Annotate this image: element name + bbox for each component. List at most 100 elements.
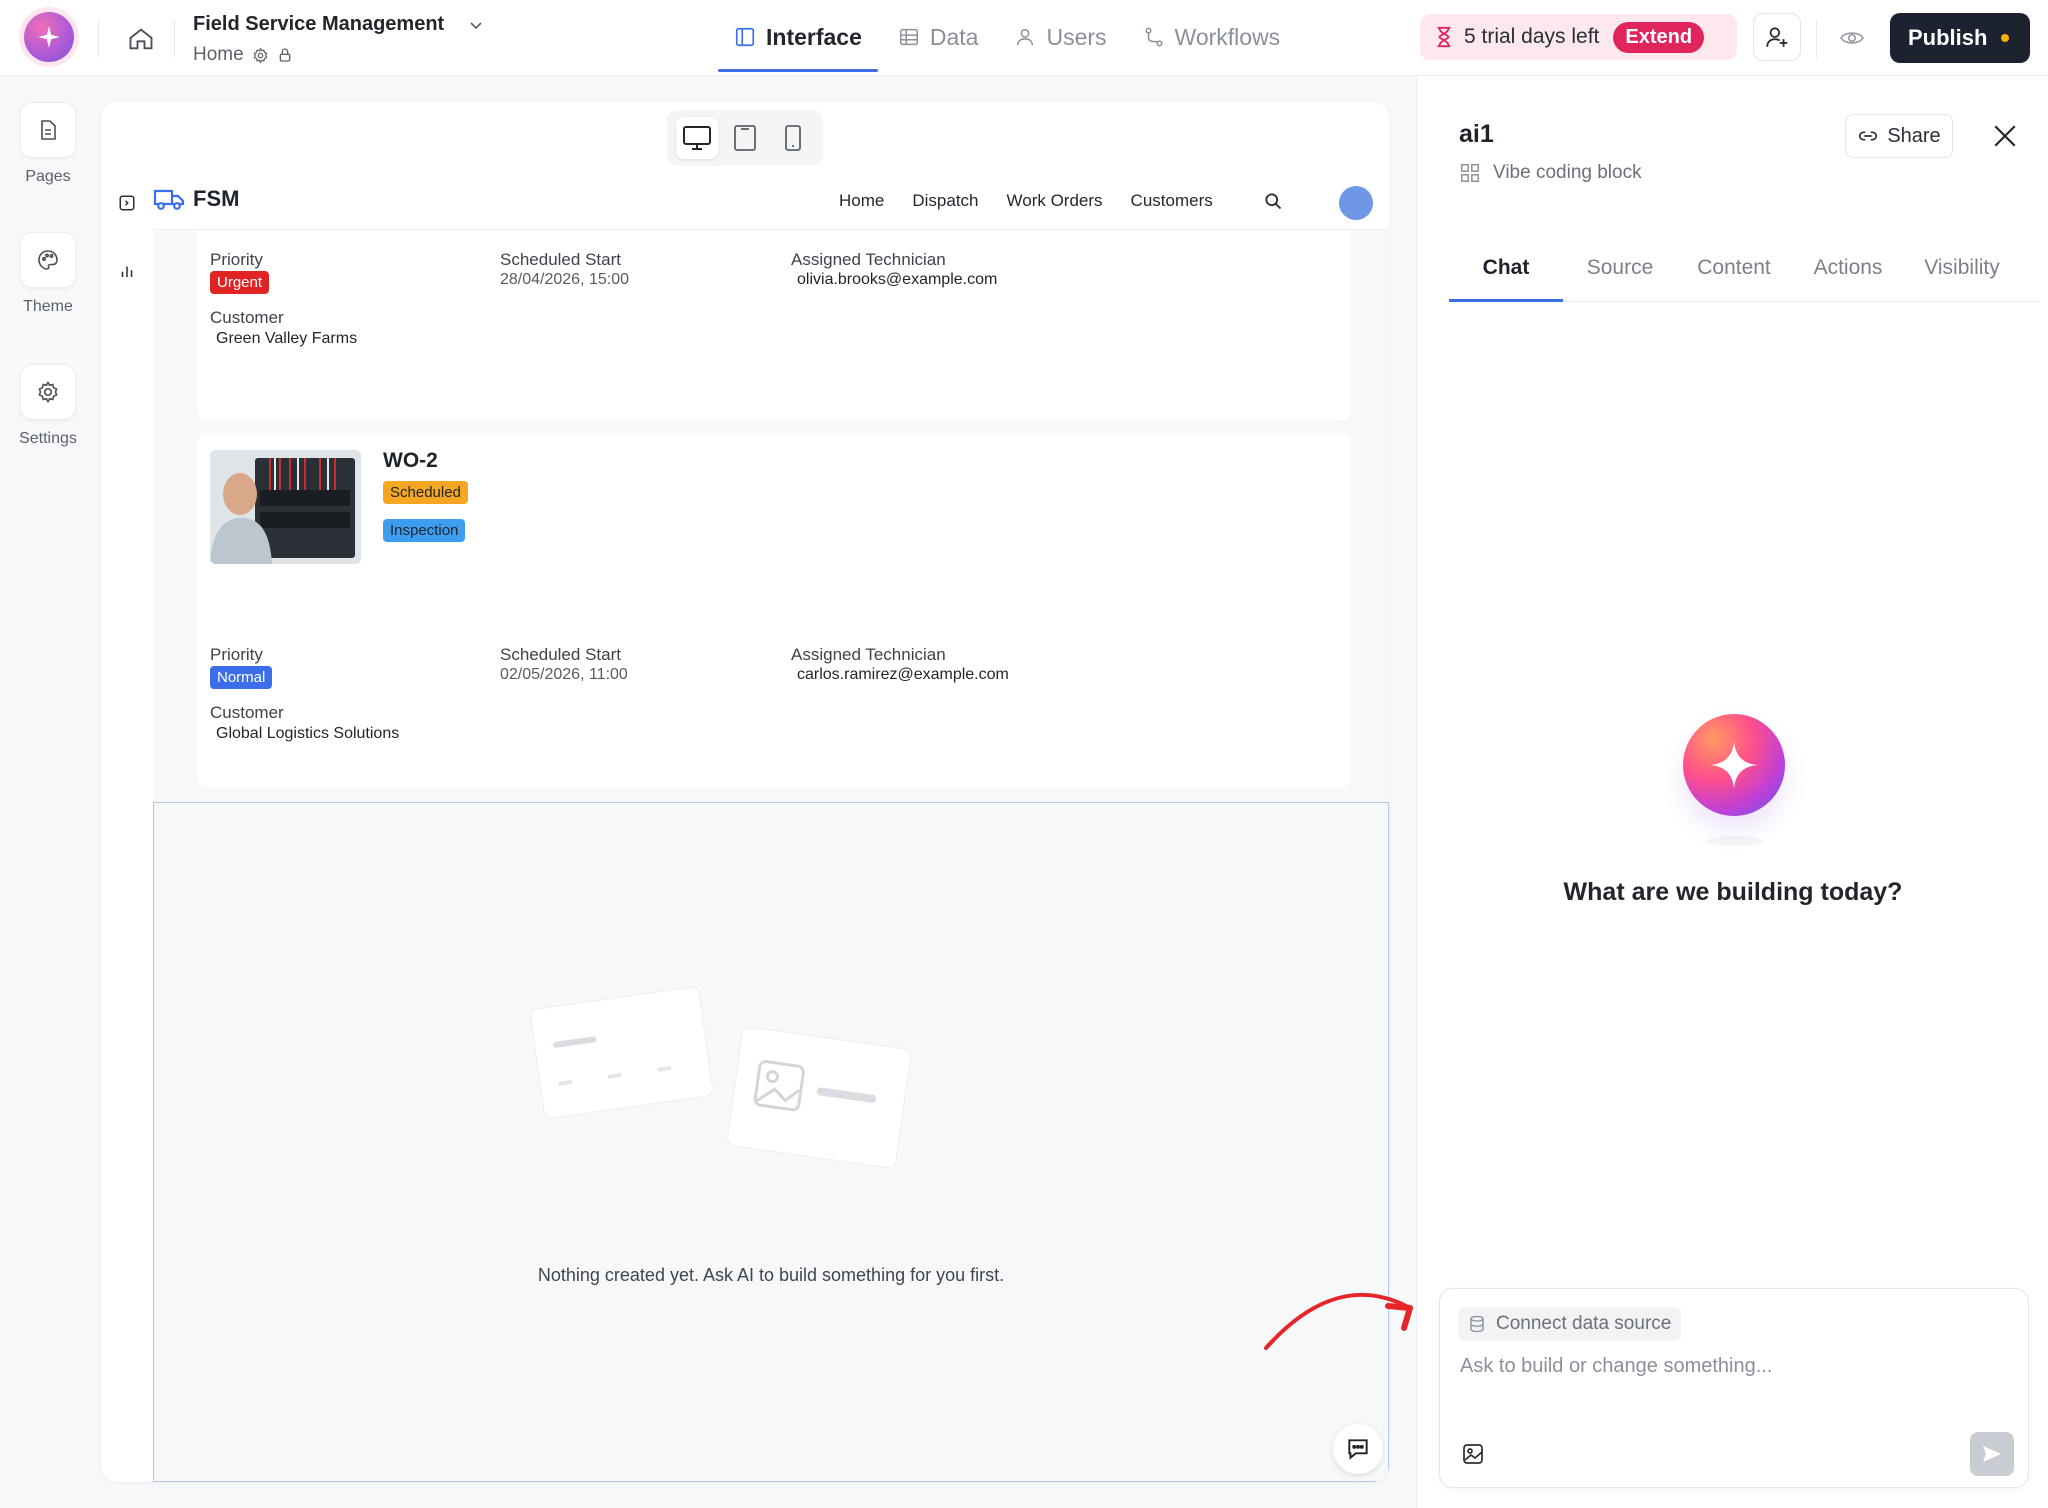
truck-icon (153, 189, 185, 210)
expand-sidebar-icon[interactable] (118, 194, 136, 212)
menu-customers[interactable]: Customers (1131, 191, 1213, 211)
empty-state-illustration (530, 986, 912, 1169)
rail-label: Theme (23, 298, 73, 315)
rail-icon-box (20, 232, 76, 288)
empty-state-message: Nothing created yet. Ask AI to build som… (537, 1265, 1005, 1285)
hourglass-icon (1437, 26, 1451, 48)
rail-icon-box (20, 102, 76, 158)
rail-item-pages[interactable]: Pages (0, 102, 96, 186)
chat-icon (1348, 1439, 1368, 1460)
menu-home[interactable]: Home (839, 191, 884, 211)
work-order-card[interactable]: Priority Urgent Scheduled Start 28/04/20… (197, 230, 1351, 420)
table-icon (899, 28, 918, 46)
workflow-icon (1145, 27, 1163, 47)
app-menu: Home Dispatch Work Orders Customers (839, 172, 1283, 230)
mobile-icon (785, 125, 801, 151)
connect-data-source-button[interactable]: Connect data source (1458, 1307, 1682, 1341)
invite-user-button[interactable] (1753, 13, 1801, 61)
desktop-icon (683, 126, 711, 150)
technician-photo (210, 450, 361, 564)
tab-data[interactable]: Data (880, 0, 997, 74)
rail-label: Pages (25, 168, 71, 185)
share-button[interactable]: Share (1845, 114, 1953, 158)
send-button[interactable] (1970, 1432, 2014, 1476)
ai-orb (1683, 714, 1785, 816)
user-icon (1017, 28, 1034, 46)
canvas-side-tools (101, 172, 153, 1482)
close-icon (1994, 125, 2016, 147)
grid-icon (1461, 164, 1479, 182)
home-button[interactable] (122, 20, 160, 58)
chat-composer: Connect data source (1439, 1288, 2029, 1488)
customer-label: Customer (210, 308, 284, 327)
app-logo[interactable] (24, 12, 74, 62)
tab-actions[interactable]: Actions (1791, 246, 1905, 301)
customer-value: Global Logistics Solutions (216, 725, 400, 742)
ai-block-placeholder[interactable]: Nothing created yet. Ask AI to build som… (153, 802, 1389, 1482)
trial-text: 5 trial days left (1464, 25, 1600, 48)
page-breadcrumb: Home (193, 44, 293, 66)
customer-value: Green Valley Farms (216, 330, 358, 347)
desktop-view-button[interactable] (676, 117, 718, 159)
app-title[interactable]: Field Service Management (193, 13, 484, 36)
analytics-icon[interactable] (118, 262, 136, 280)
current-page-label: Home (193, 44, 244, 65)
publish-button[interactable]: Publish (1890, 13, 2030, 63)
tab-interface[interactable]: Interface (716, 0, 880, 74)
tab-content[interactable]: Content (1677, 246, 1791, 301)
scheduled-start-label: Scheduled Start (500, 250, 621, 269)
trial-banner: 5 trial days left Extend (1420, 14, 1737, 60)
chevron-down-icon[interactable] (468, 17, 484, 33)
chat-input[interactable] (1460, 1355, 2010, 1378)
ai-block-panel: ai1 Vibe coding block Share Chat Source … (1416, 76, 2048, 1508)
avatar[interactable] (1339, 186, 1373, 220)
divider (1816, 20, 1817, 58)
preview-button[interactable] (1832, 18, 1872, 58)
tab-source[interactable]: Source (1563, 246, 1677, 301)
sparkle-icon (38, 26, 60, 48)
image-icon (1463, 1444, 1483, 1464)
tablet-view-button[interactable] (724, 117, 766, 159)
priority-badge: Normal (210, 666, 273, 689)
editor-canvas: FSM Home Dispatch Work Orders Customers … (101, 102, 1389, 1482)
work-order-card[interactable]: WO-2 Scheduled Inspection Priority Norma… (197, 433, 1351, 787)
link-icon (1859, 131, 1878, 141)
connect-data-source-label: Connect data source (1496, 1313, 1672, 1334)
unpublished-indicator (2001, 34, 2010, 42)
tab-workflows[interactable]: Workflows (1125, 0, 1299, 74)
menu-work-orders[interactable]: Work Orders (1007, 191, 1103, 211)
publish-label: Publish (1908, 25, 1988, 50)
mobile-view-button[interactable] (772, 117, 814, 159)
app-title-text: Field Service Management (193, 13, 445, 35)
search-icon[interactable] (1263, 191, 1283, 211)
extend-button[interactable]: Extend (1613, 21, 1705, 53)
tab-users[interactable]: Users (996, 0, 1124, 74)
gear-icon[interactable] (252, 47, 269, 64)
brand[interactable]: FSM (153, 186, 239, 212)
tab-visibility[interactable]: Visibility (1905, 246, 2019, 301)
orb-shadow (1707, 836, 1763, 846)
comments-button[interactable] (1333, 1424, 1383, 1474)
lock-icon (279, 48, 291, 62)
close-panel-button[interactable] (1985, 116, 2025, 156)
technician-value: carlos.ramirez@example.com (797, 666, 1009, 683)
menu-dispatch[interactable]: Dispatch (912, 191, 978, 211)
send-icon (1983, 1446, 2001, 1462)
tablet-icon (734, 125, 756, 151)
technician-label: Assigned Technician (791, 250, 946, 269)
scheduled-start-value: 02/05/2026, 11:00 (500, 666, 628, 683)
tab-chat[interactable]: Chat (1449, 246, 1563, 302)
palette-icon (38, 250, 58, 270)
rail-item-theme[interactable]: Theme (0, 232, 96, 316)
block-type-label: Vibe coding block (1493, 162, 1642, 183)
rail-icon-box (20, 364, 76, 420)
rail-item-settings[interactable]: Settings (0, 364, 96, 448)
top-bar: Field Service Management Home Interface … (0, 0, 2048, 76)
attach-image-button[interactable] (1460, 1441, 1486, 1467)
scheduled-start-label: Scheduled Start (500, 645, 621, 664)
add-user-icon (1766, 27, 1788, 47)
divider (98, 20, 99, 58)
device-switcher (667, 110, 823, 166)
tab-label: Workflows (1174, 23, 1281, 50)
work-order-thumbnail (210, 450, 361, 564)
